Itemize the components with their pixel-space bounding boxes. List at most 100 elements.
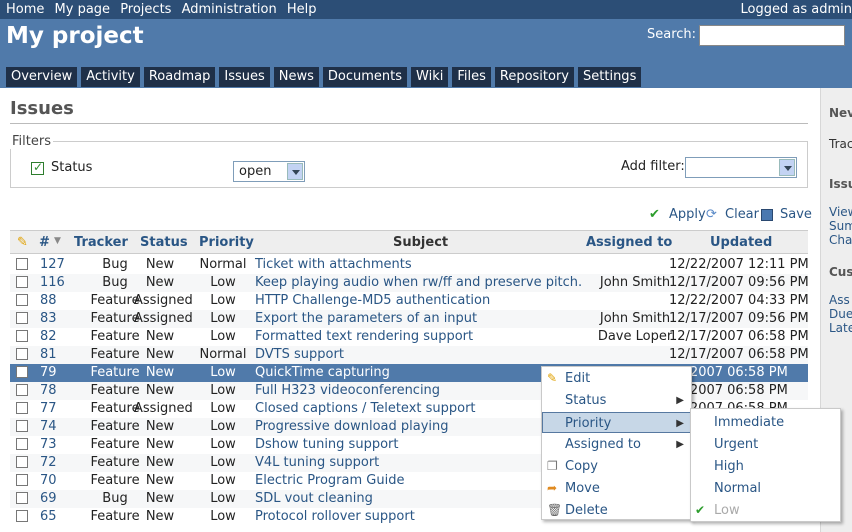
- row-checkbox[interactable]: [16, 330, 28, 342]
- row-checkbox[interactable]: [16, 456, 28, 468]
- row-checkbox[interactable]: [16, 510, 28, 522]
- tab-settings[interactable]: Settings: [578, 67, 642, 87]
- row-checkbox[interactable]: [16, 384, 28, 396]
- menu-my-page[interactable]: My page: [55, 2, 111, 17]
- tab-issues[interactable]: Issues: [219, 67, 270, 87]
- priority-normal[interactable]: Normal: [692, 478, 839, 499]
- tab-news[interactable]: News: [273, 67, 319, 87]
- issue-subject-link[interactable]: SDL vout cleaning: [255, 491, 373, 506]
- issue-subject-link[interactable]: Dshow tuning support: [255, 437, 398, 452]
- sidebar-link-changes[interactable]: Cha: [829, 233, 852, 247]
- sidebar-link-summary[interactable]: Sum: [829, 219, 852, 233]
- row-checkbox[interactable]: [16, 348, 28, 360]
- issue-id-link[interactable]: 78: [40, 383, 57, 398]
- header-status[interactable]: Status: [140, 235, 188, 250]
- issue-id-link[interactable]: 73: [40, 437, 57, 452]
- row-checkbox[interactable]: [16, 492, 28, 504]
- tab-roadmap[interactable]: Roadmap: [143, 67, 216, 87]
- save-link[interactable]: Save: [780, 207, 812, 222]
- logged-in-status: Logged as admin: [740, 2, 852, 17]
- issue-id-link[interactable]: 72: [40, 455, 57, 470]
- ctx-delete[interactable]: 🗑 Delete: [543, 500, 690, 521]
- sidebar-link-view[interactable]: View: [829, 205, 852, 219]
- row-checkbox[interactable]: [16, 276, 28, 288]
- issue-subject-link[interactable]: Formatted text rendering support: [255, 329, 473, 344]
- issue-subject-link[interactable]: Protocol rollover support: [255, 509, 415, 524]
- issue-id-link[interactable]: 127: [40, 257, 65, 272]
- sidebar-link-assigned[interactable]: Ass: [829, 293, 850, 307]
- ctx-move[interactable]: ➦ Move: [543, 478, 690, 499]
- ctx-copy[interactable]: ❐ Copy: [543, 456, 690, 477]
- row-checkbox[interactable]: [16, 312, 28, 324]
- table-row[interactable]: 116 Bug New Low Keep playing audio when rw/f…: [10, 274, 809, 292]
- issue-subject-link[interactable]: Closed captions / Teletext support: [255, 401, 476, 416]
- header-priority[interactable]: Priority: [199, 235, 254, 250]
- issue-id-link[interactable]: 70: [40, 473, 57, 488]
- issue-subject-link[interactable]: Full H323 videoconferencing: [255, 383, 440, 398]
- issue-subject-link[interactable]: QuickTime capturing: [255, 365, 390, 380]
- header-tracker[interactable]: Tracker: [74, 235, 128, 250]
- tab-repository[interactable]: Repository: [494, 67, 575, 87]
- row-checkbox[interactable]: [16, 420, 28, 432]
- status-filter-checkbox[interactable]: [31, 160, 44, 175]
- row-checkbox[interactable]: [16, 474, 28, 486]
- clear-link[interactable]: Clear: [725, 207, 759, 222]
- ctx-priority[interactable]: Priority ▶: [542, 412, 691, 433]
- issue-id-link[interactable]: 82: [40, 329, 57, 344]
- priority-high[interactable]: High: [692, 456, 839, 477]
- issue-subject-link[interactable]: DVTS support: [255, 347, 344, 362]
- ctx-edit[interactable]: ✎ Edit: [543, 368, 690, 389]
- issue-id-link[interactable]: 65: [40, 509, 57, 524]
- row-checkbox[interactable]: [16, 438, 28, 450]
- issue-id-link[interactable]: 79: [40, 365, 57, 380]
- issue-status: New: [145, 491, 175, 506]
- issue-id-link[interactable]: 88: [40, 293, 57, 308]
- issue-priority: Low: [210, 473, 236, 488]
- issue-id-link[interactable]: 81: [40, 347, 57, 362]
- issue-subject-link[interactable]: Progressive download playing: [255, 419, 449, 434]
- table-row[interactable]: 83 Feature Assigned Low Export the parameter…: [10, 310, 809, 328]
- issue-subject-link[interactable]: HTTP Challenge-MD5 authentication: [255, 293, 490, 308]
- tab-documents[interactable]: Documents: [322, 67, 408, 87]
- tab-activity[interactable]: Activity: [81, 67, 140, 87]
- menu-help[interactable]: Help: [287, 2, 317, 17]
- table-row[interactable]: 81 Feature New Normal DVTS support 12/17/2007…: [10, 346, 809, 364]
- header-id[interactable]: #: [39, 235, 50, 250]
- priority-immediate[interactable]: Immediate: [692, 412, 839, 433]
- table-row[interactable]: 127 Bug New Normal Ticket with attachments 12…: [10, 256, 809, 274]
- issue-priority: Low: [210, 275, 236, 290]
- issue-id-link[interactable]: 83: [40, 311, 57, 326]
- issue-subject-link[interactable]: Export the parameters of an input: [255, 311, 477, 326]
- issue-id-link[interactable]: 116: [40, 275, 65, 290]
- ctx-assigned[interactable]: Assigned to ▶: [543, 434, 690, 455]
- menu-administration[interactable]: Administration: [182, 2, 277, 17]
- row-checkbox[interactable]: [16, 258, 28, 270]
- issue-subject-link[interactable]: V4L tuning support: [255, 455, 379, 470]
- table-row[interactable]: 82 Feature New Low Formatted text rendering …: [10, 328, 809, 346]
- row-checkbox[interactable]: [16, 366, 28, 378]
- tab-overview[interactable]: Overview: [6, 67, 78, 87]
- priority-urgent[interactable]: Urgent: [692, 434, 839, 455]
- ctx-status[interactable]: Status ▶: [543, 390, 690, 411]
- issue-subject-link[interactable]: Keep playing audio when rw/ff and preser…: [255, 275, 582, 290]
- table-row[interactable]: 88 Feature Assigned Low HTTP Challenge-MD5 a…: [10, 292, 809, 310]
- issue-id-link[interactable]: 77: [40, 401, 57, 416]
- sidebar-link-latest[interactable]: Late: [829, 321, 852, 335]
- header-assigned[interactable]: Assigned to: [586, 235, 672, 250]
- menu-home[interactable]: Home: [6, 2, 44, 17]
- status-operator-select[interactable]: open: [233, 161, 305, 182]
- issue-id-link[interactable]: 74: [40, 419, 57, 434]
- menu-projects[interactable]: Projects: [120, 2, 171, 17]
- search-input[interactable]: [699, 25, 845, 46]
- row-checkbox[interactable]: [16, 294, 28, 306]
- add-filter-select[interactable]: [685, 157, 797, 178]
- tab-files[interactable]: Files: [452, 67, 491, 87]
- issue-subject-link[interactable]: Electric Program Guide: [255, 473, 404, 488]
- header-updated[interactable]: Updated: [710, 235, 772, 250]
- tab-wiki[interactable]: Wiki: [411, 67, 449, 87]
- issue-subject-link[interactable]: Ticket with attachments: [255, 257, 412, 272]
- sidebar-link-due[interactable]: Due: [829, 307, 852, 321]
- apply-link[interactable]: Apply: [669, 207, 706, 222]
- issue-id-link[interactable]: 69: [40, 491, 57, 506]
- row-checkbox[interactable]: [16, 402, 28, 414]
